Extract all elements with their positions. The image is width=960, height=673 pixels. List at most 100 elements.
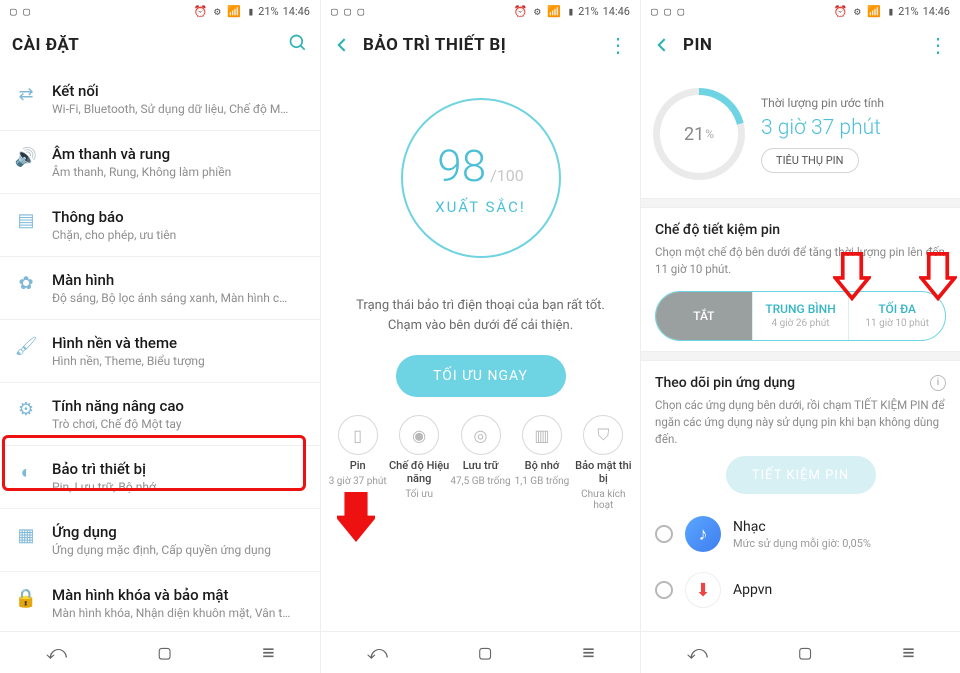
save-power-button[interactable]: TIẾT KIỆM PIN	[726, 456, 876, 494]
row-subtitle: Ứng dụng mặc định, Cấp quyền ứng dụng	[52, 543, 304, 557]
mode-estimate: 11 giờ 10 phút	[865, 318, 929, 329]
nav-recent[interactable]: ≡	[902, 640, 914, 664]
app-checkbox[interactable]	[655, 525, 673, 543]
connect-icon: ⇄	[14, 82, 38, 106]
page-title: BẢO TRÌ THIẾT BỊ	[363, 35, 506, 55]
category-name: Lưu trữ	[463, 459, 499, 472]
settings-row[interactable]: 🖌Hình nền và themeHình nền, Theme, Biểu …	[0, 319, 320, 382]
mode-name: TẮT	[693, 309, 714, 323]
notification-icon: ▤	[14, 208, 38, 232]
category-icon: ◎	[461, 415, 501, 455]
search-icon[interactable]	[288, 33, 308, 58]
app-monitor-section: i Theo dõi pin ứng dụng Chọn các ứng dụn…	[641, 361, 960, 507]
category-sub: Tối ưu	[405, 489, 433, 500]
battery-usage-button[interactable]: TIÊU THỤ PIN	[761, 148, 859, 173]
power-mode-option[interactable]: TRUNG BÌNH4 giờ 26 phút	[752, 292, 849, 340]
settings-row[interactable]: ▦Ứng dụngỨng dụng mặc định, Cấp quyền ứn…	[0, 508, 320, 571]
settings-row[interactable]: ⚙Tính năng nâng caoTrò chơi, Chế độ Một …	[0, 382, 320, 445]
status-left: ▢ ▢	[10, 5, 30, 18]
nav-back[interactable]: ⤺	[46, 640, 67, 664]
back-button[interactable]	[653, 35, 673, 55]
category-sub: 1,1 GB trống	[515, 476, 570, 487]
nav-home[interactable]: ▢	[159, 640, 171, 664]
score-value: 98	[437, 140, 486, 192]
battery-content: 21% Thời lượng pin ước tính 3 giờ 37 phú…	[641, 68, 960, 631]
power-mode-option[interactable]: TỐI ĐA 11 giờ 10 phút	[848, 292, 945, 340]
sound-icon: 🔊	[14, 145, 38, 169]
category-item[interactable]: ▯Pin3 giờ 37 phút	[327, 415, 388, 511]
app-row[interactable]: ⬇Appvn	[641, 562, 960, 618]
row-title: Âm thanh và rung	[52, 145, 304, 163]
row-subtitle: Âm thanh, Rung, Không làm phiền	[52, 165, 304, 179]
settings-list[interactable]: ⇄Kết nốiWi-Fi, Bluetooth, Sử dụng dữ liệ…	[0, 68, 320, 631]
category-item[interactable]: ◎Lưu trữ47,5 GB trống	[450, 415, 511, 511]
nav-recent[interactable]: ≡	[582, 640, 594, 664]
category-item[interactable]: ⛉ Bảo mật thi bị Chưa kích hoạt	[573, 415, 634, 511]
back-button[interactable]	[333, 35, 353, 55]
row-subtitle: Màn hình khóa, Nhận diện khuôn mặt, Vân …	[52, 606, 304, 620]
status-bar: ▢ ▢ ▢ ⏰ ⚙ 📶 ▮ 21% 14:46	[641, 0, 960, 22]
category-icon: ⛉	[583, 415, 623, 455]
row-title: Tính năng nâng cao	[52, 397, 304, 415]
app-checkbox[interactable]	[655, 581, 673, 599]
app-usage: Mức sử dụng mỗi giờ: 0,05%	[733, 537, 871, 550]
settings-row[interactable]: ✿Màn hìnhĐộ sáng, Bộ lọc ánh sáng xanh, …	[0, 256, 320, 319]
section-title: Theo dõi pin ứng dụng	[655, 375, 946, 391]
row-title: Kết nối	[52, 82, 304, 100]
settings-screen: ▢ ▢ ⏰ ⚙ 📶 ▮ 21% 14:46 CÀI ĐẶT ⇄Kết nốiWi…	[0, 0, 320, 673]
settings-row[interactable]: 🔒Màn hình khóa và bảo mậtMàn hình khóa, …	[0, 571, 320, 631]
mode-name: TỐI ĐA	[878, 302, 916, 316]
nav-bar: ⤺ ▢ ≡	[641, 631, 960, 673]
settings-row[interactable]: 🔊 Âm thanh và rung Âm thanh, Rung, Không l…	[0, 130, 320, 193]
row-title: Thông báo	[52, 208, 304, 226]
more-icon[interactable]: ⋮	[928, 33, 948, 57]
status-bar: ▢ ▢ ⏰ ⚙ 📶 ▮ 21% 14:46	[0, 0, 320, 22]
nav-back[interactable]: ⤺	[687, 640, 708, 664]
page-title: CÀI ĐẶT	[12, 35, 79, 55]
category-icon: ◉	[399, 415, 439, 455]
battery-screen: ▢ ▢ ▢ ⏰ ⚙ 📶 ▮ 21% 14:46 PIN ⋮ 21% Thời l…	[640, 0, 960, 673]
row-title: Ứng dụng	[52, 523, 304, 541]
category-name: Chế độ Hiệu năng	[388, 459, 449, 485]
nav-bar: ⤺ ▢ ≡	[321, 631, 640, 673]
category-row: ▯Pin3 giờ 37 phút ◉ Chế độ Hiệu năng Tối ưu…	[321, 415, 640, 519]
settings-row[interactable]: ⇄Kết nốiWi-Fi, Bluetooth, Sử dụng dữ liệ…	[0, 68, 320, 130]
category-item[interactable]: ◉ Chế độ Hiệu năng Tối ưu	[388, 415, 449, 511]
settings-row[interactable]: ◐Bảo trì thiết bịPin, Lưu trữ, Bộ nhớ	[0, 445, 320, 508]
app-name: Nhạc	[733, 519, 871, 535]
nav-home[interactable]: ▢	[479, 640, 491, 664]
battery-ring[interactable]: 21%	[653, 88, 745, 180]
mode-estimate: 4 giờ 26 phút	[772, 318, 830, 329]
section-description: Chọn một chế độ bên dưới để tăng thời lư…	[655, 244, 946, 279]
info-icon[interactable]: i	[930, 375, 946, 391]
more-icon[interactable]: ⋮	[608, 33, 628, 57]
page-title: PIN	[683, 35, 712, 55]
category-sub: Chưa kích hoạt	[573, 489, 634, 511]
category-name: Bảo mật thi bị	[573, 459, 634, 485]
power-mode-option[interactable]: TẮT	[656, 292, 752, 340]
header: BẢO TRÌ THIẾT BỊ ⋮	[321, 22, 640, 68]
score-ring[interactable]: 98/100 XUẤT SẮC!	[401, 98, 561, 258]
power-mode-toggle: TẮT TRUNG BÌNH4 giờ 26 phút TỐI ĐA 11 giờ 1…	[655, 291, 946, 341]
nav-recent[interactable]: ≡	[262, 640, 274, 664]
category-icon: ▥	[522, 415, 562, 455]
settings-row[interactable]: ▤Thông báoChặn, cho phép, ưu tiên	[0, 193, 320, 256]
category-icon: ▯	[338, 415, 378, 455]
status-bar: ▢ ▢ ▢ ⏰ ⚙ 📶 ▮ 21% 14:46	[321, 0, 640, 22]
power-saving-section: Chế độ tiết kiệm pin Chọn một chế độ bên…	[641, 208, 960, 351]
optimize-button[interactable]: TỐI ƯU NGAY	[396, 355, 566, 397]
section-title: Chế độ tiết kiệm pin	[655, 222, 946, 238]
row-subtitle: Hình nền, Theme, Biểu tượng	[52, 354, 304, 368]
security-icon: 🔒	[14, 586, 38, 610]
header: CÀI ĐẶT	[0, 22, 320, 68]
category-item[interactable]: ▥ Bộ nhớ 1,1 GB trống	[511, 415, 572, 511]
app-icon: ♪	[685, 516, 721, 552]
nav-back[interactable]: ⤺	[367, 640, 388, 664]
nav-home[interactable]: ▢	[799, 640, 811, 664]
app-name: Appvn	[733, 582, 772, 598]
maintenance-content: 98/100 XUẤT SẮC! Trạng thái bảo trì điện…	[321, 68, 640, 631]
category-name: Bộ nhớ	[525, 459, 560, 472]
row-title: Hình nền và theme	[52, 334, 304, 352]
display-icon: ✿	[14, 271, 38, 295]
app-row[interactable]: ♪ Nhạc Mức sử dụng mỗi giờ: 0,05%	[641, 506, 960, 562]
